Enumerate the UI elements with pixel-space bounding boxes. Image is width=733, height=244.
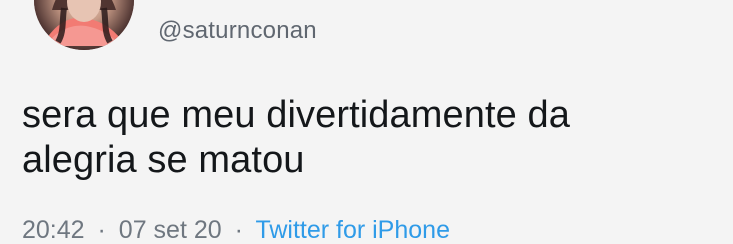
tweet-meta: 20:42 · 07 set 20 · Twitter for iPhone [22,213,450,244]
tweet-text-line-1: sera que meu divertidamente da [22,94,570,136]
meta-separator: · [234,216,243,244]
user-handle[interactable]: @saturnconan [158,16,317,46]
tweet-text-line-2: alegria se matou [22,139,305,181]
tweet-source-link[interactable]: Twitter for iPhone [255,216,450,244]
tweet-card: @saturnconan sera que meu divertidamente… [0,0,733,244]
avatar-image [34,0,134,50]
avatar[interactable] [34,0,134,50]
meta-separator: · [97,216,106,244]
tweet-date[interactable]: 07 set 20 [119,216,222,244]
tweet-text: sera que meu divertidamente da alegria s… [22,93,712,183]
tweet-time[interactable]: 20:42 [22,216,85,244]
